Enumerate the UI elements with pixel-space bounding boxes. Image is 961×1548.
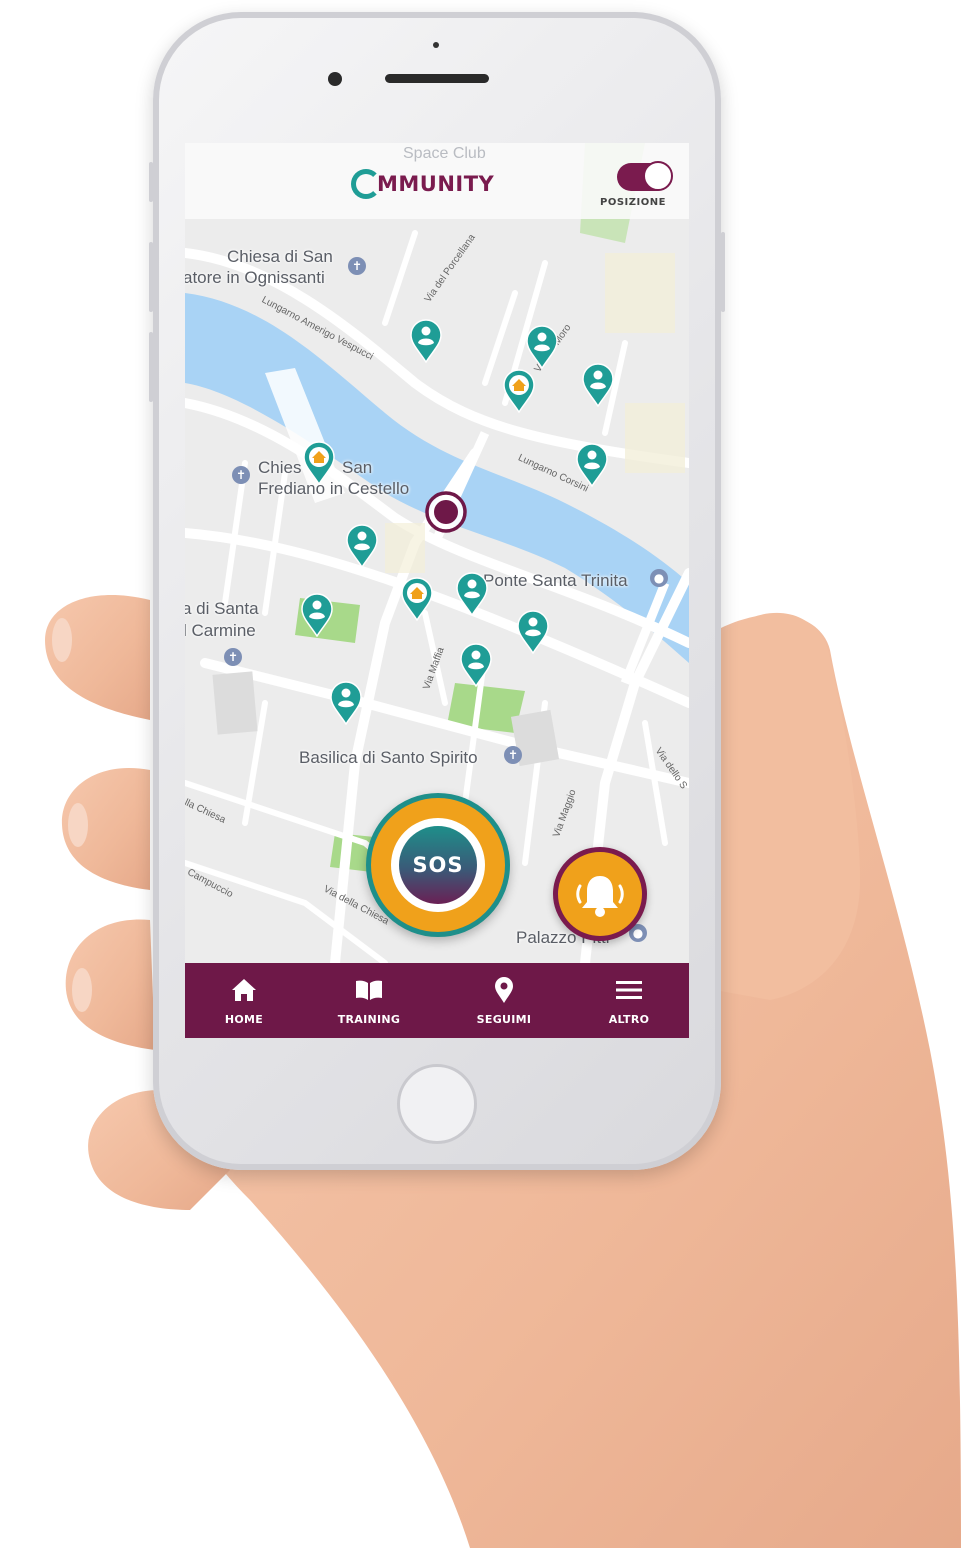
front-camera: [328, 72, 342, 86]
power-button: [721, 232, 725, 312]
place-label: Space Club: [403, 145, 486, 162]
person-marker-icon[interactable]: [456, 572, 488, 616]
position-toggle[interactable]: [617, 161, 673, 191]
person-marker-icon[interactable]: [576, 443, 608, 487]
home-marker-icon[interactable]: [503, 369, 535, 413]
location-pin-icon: [495, 977, 513, 1003]
logo-text: MMUNITY: [377, 172, 495, 196]
church-poi-icon[interactable]: ✝: [504, 746, 522, 764]
sos-ring: SOS: [391, 818, 485, 912]
position-toggle-label: POSIZIONE: [600, 197, 666, 208]
toggle-knob: [643, 161, 673, 191]
nav-label: TRAINING: [337, 1013, 401, 1026]
earpiece-speaker: [385, 74, 489, 83]
person-marker-icon[interactable]: [582, 363, 614, 407]
place-label: Chies: [258, 458, 302, 477]
person-marker-icon[interactable]: [346, 524, 378, 568]
place-label: l Carmine: [185, 621, 256, 640]
app-screen: Chiesa di San atore in Ognissanti ✝ Chie…: [185, 143, 689, 1038]
book-icon: [356, 980, 382, 1000]
bottom-nav: HOME TRAINING SEGUIMI ALTRO: [185, 963, 689, 1038]
nav-label: HOME: [224, 1013, 264, 1026]
person-marker-icon[interactable]: [301, 593, 333, 637]
bell-icon: [576, 876, 624, 917]
person-marker-icon[interactable]: [517, 610, 549, 654]
nav-altro[interactable]: ALTRO: [574, 963, 684, 1038]
person-marker-icon[interactable]: [330, 681, 362, 725]
volume-down-button: [149, 332, 153, 402]
sos-label: SOS: [399, 826, 477, 904]
home-marker-icon[interactable]: [303, 441, 335, 485]
proximity-sensor: [433, 42, 439, 48]
home-icon: [232, 979, 256, 1001]
place-label: Ponte Santa Trinita: [483, 571, 628, 590]
church-poi-icon[interactable]: ✝: [224, 648, 242, 666]
church-poi-icon[interactable]: ✝: [348, 257, 366, 275]
home-key[interactable]: [397, 1064, 477, 1144]
nav-label: SEGUIMI: [476, 1013, 532, 1026]
place-label: Basilica di Santo Spirito: [299, 748, 478, 767]
menu-icon: [616, 981, 642, 999]
sos-button[interactable]: SOS: [366, 793, 510, 937]
poi-icon[interactable]: ●: [650, 569, 668, 587]
person-marker-icon[interactable]: [526, 325, 558, 369]
person-marker-icon[interactable]: [460, 643, 492, 687]
app-header: Space Club MMUNITY POSIZIONE: [185, 143, 689, 219]
nav-seguimi[interactable]: SEGUIMI: [449, 963, 559, 1038]
place-label: San: [342, 458, 373, 477]
place-label: Chiesa di San: [227, 247, 333, 266]
person-marker-icon[interactable]: [410, 319, 442, 363]
current-location-icon[interactable]: [424, 490, 468, 534]
alarm-button[interactable]: [553, 847, 647, 941]
volume-up-button: [149, 242, 153, 312]
nav-home[interactable]: HOME: [189, 963, 299, 1038]
mute-switch: [149, 162, 153, 202]
church-poi-icon[interactable]: ✝: [232, 466, 250, 484]
place-label: a di Santa: [185, 599, 259, 618]
nav-training[interactable]: TRAINING: [314, 963, 424, 1038]
nav-label: ALTRO: [608, 1013, 650, 1026]
logo-c-icon: [351, 169, 381, 199]
place-label: atore in Ognissanti: [185, 268, 325, 287]
community-logo: MMUNITY: [351, 164, 494, 204]
home-marker-icon[interactable]: [401, 577, 433, 621]
